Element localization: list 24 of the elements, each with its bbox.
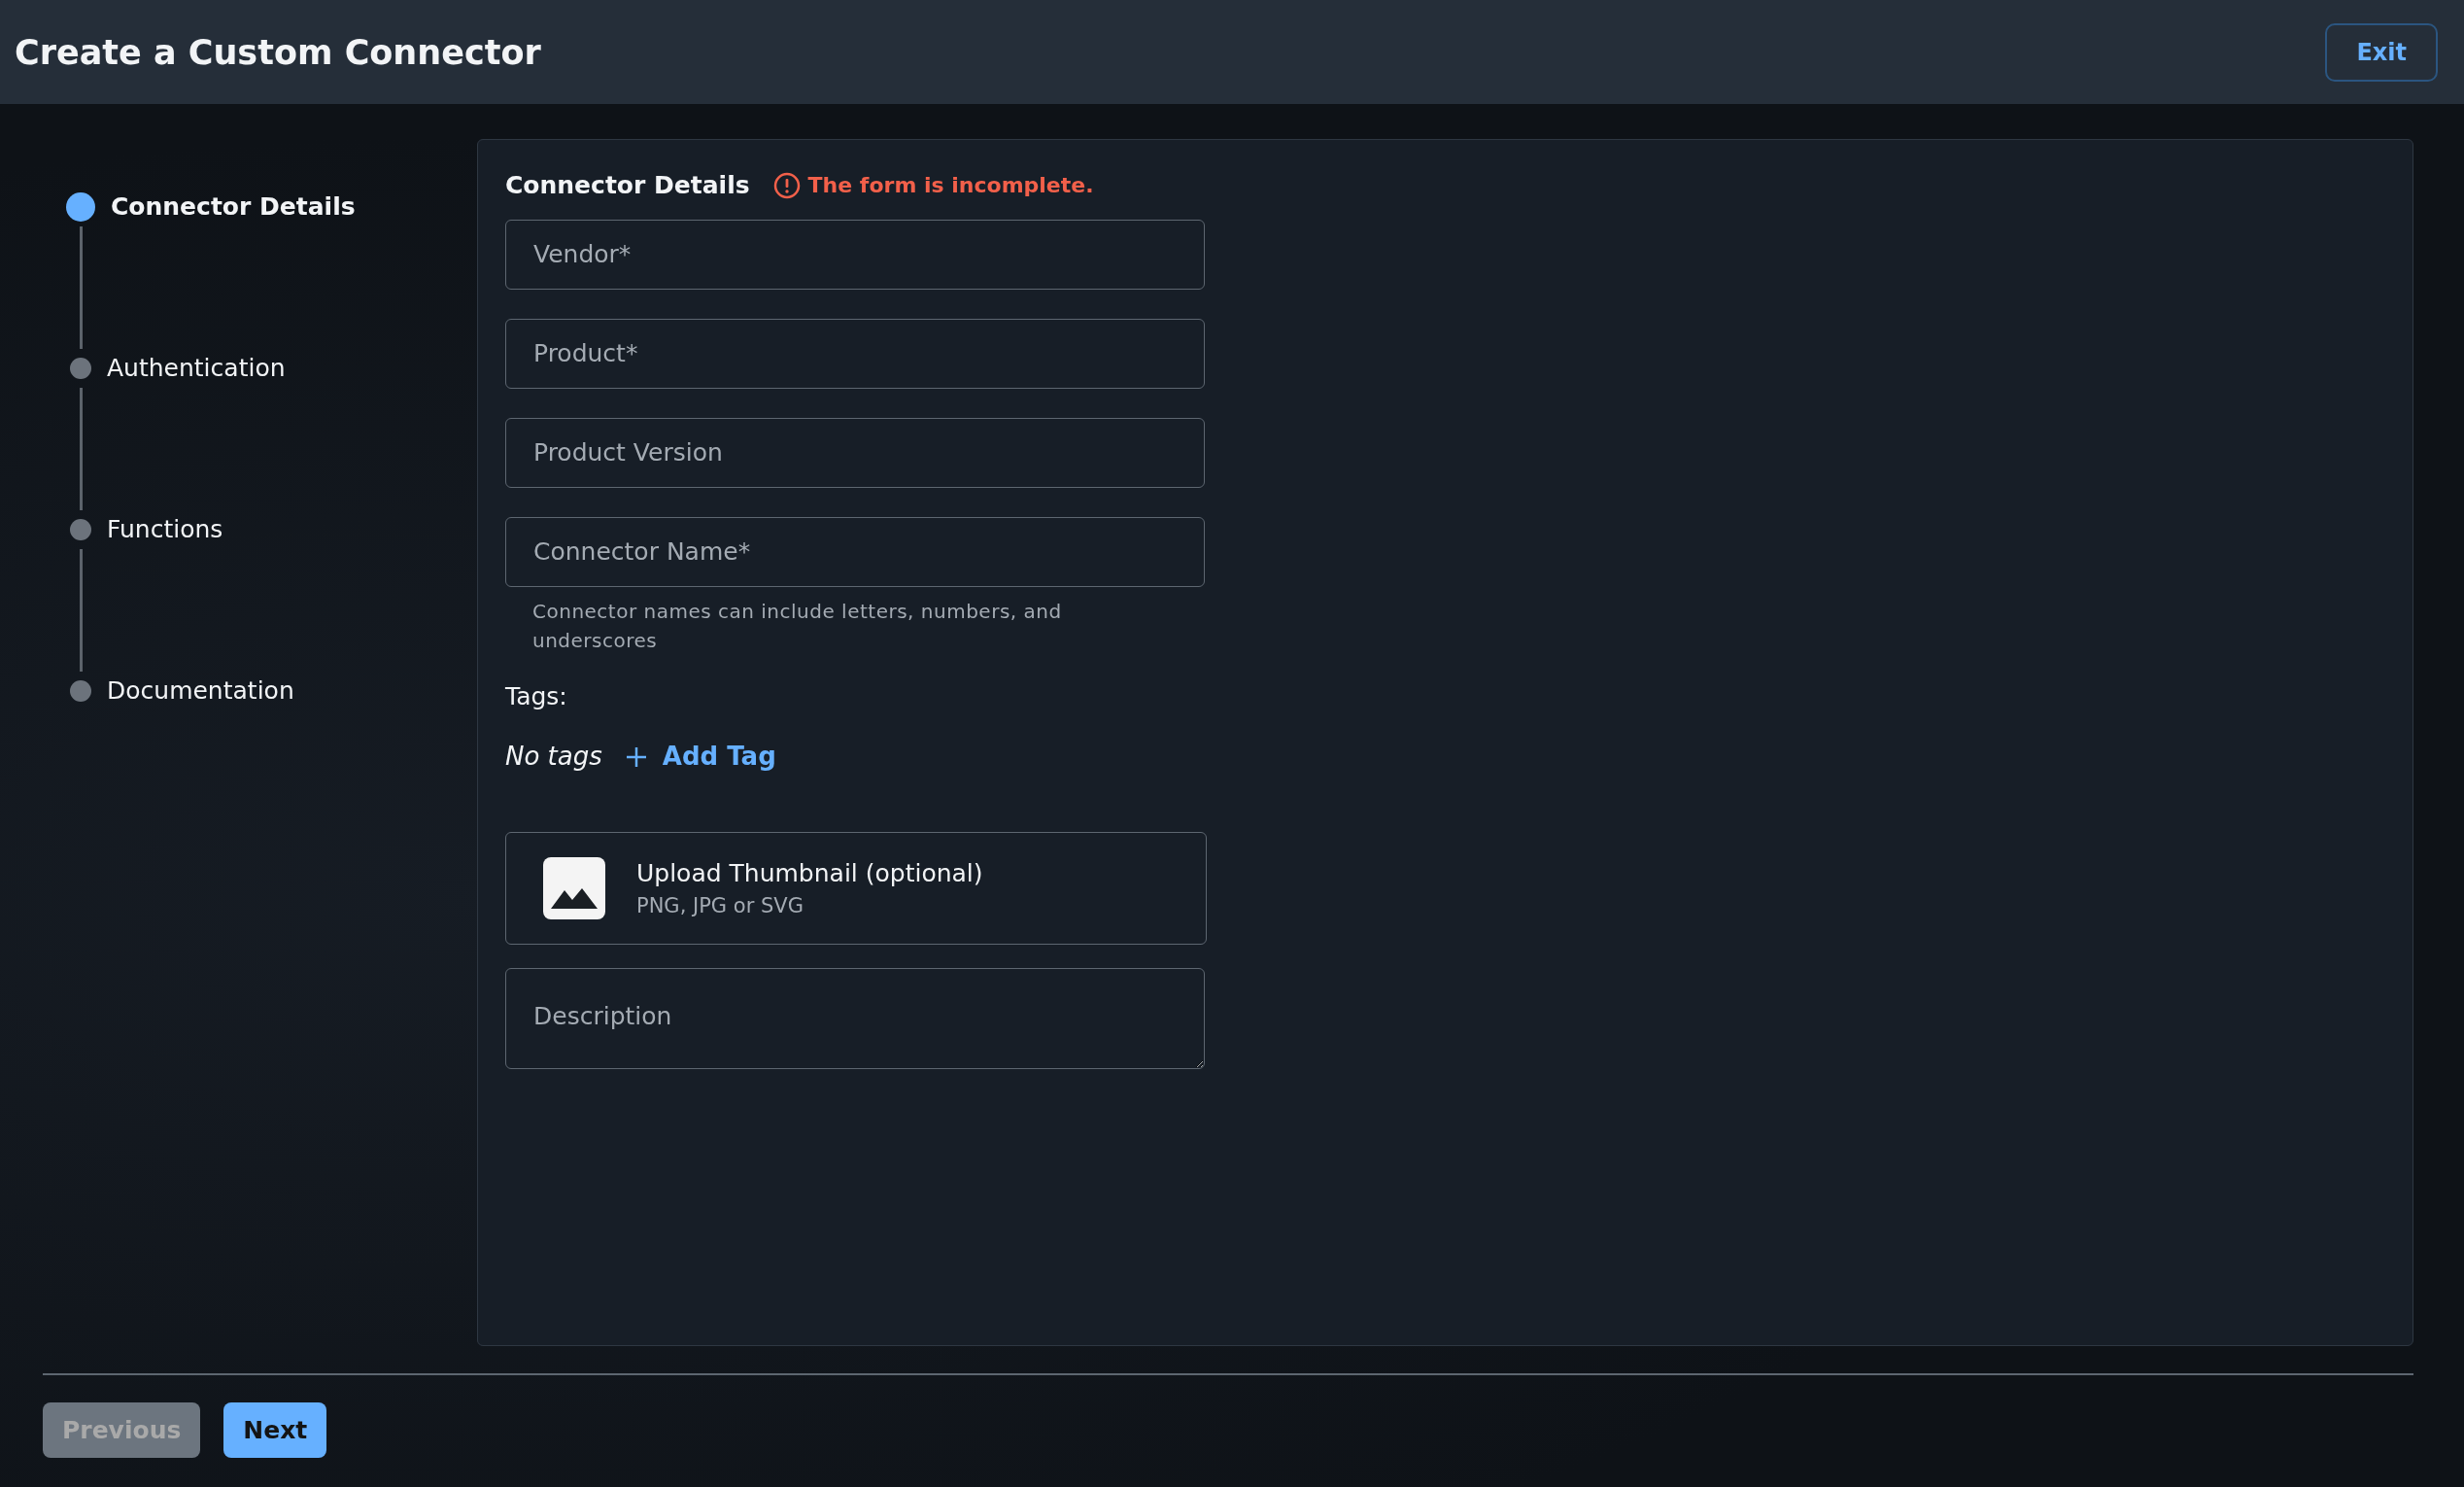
empty-tags-text: No tags [505, 741, 602, 773]
tags-label: Tags: [505, 680, 568, 712]
text-input-field[interactable]: Connector Name* [505, 516, 1205, 587]
step-label[interactable]: Documentation [107, 673, 294, 709]
plus-icon [625, 745, 647, 768]
text-input-field[interactable]: Vendor* [505, 219, 1205, 290]
step-label[interactable]: Authentication [107, 350, 286, 387]
text-input-field[interactable]: Product Version [505, 417, 1205, 488]
field-help-text: Connector names can include letters, numbers, and underscores [531, 598, 1063, 654]
form-status-message: The form is incomplete. [807, 172, 1094, 200]
upload-format-hint: PNG, JPG or SVG [636, 893, 804, 919]
upload-title: Upload Thumbnail (optional) [636, 857, 983, 889]
exit-button[interactable]: Exit [2325, 22, 2438, 82]
text-input-field[interactable]: Product* [505, 318, 1205, 389]
thumbnail-upload-area[interactable]: Upload Thumbnail (optional) PNG, JPG or SVG [505, 832, 1207, 945]
add-tag-button[interactable]: Add Tag [625, 738, 776, 776]
nav-button[interactable]: Next [223, 1402, 327, 1458]
image-icon [543, 857, 605, 919]
step-label[interactable]: Connector Details [111, 189, 356, 225]
step-label[interactable]: Functions [107, 511, 223, 548]
warning-icon [772, 171, 801, 199]
description-field[interactable]: Description [505, 968, 1205, 1069]
form-title: Connector Details [505, 170, 750, 201]
page-title: Create a Custom Connector [15, 31, 541, 73]
